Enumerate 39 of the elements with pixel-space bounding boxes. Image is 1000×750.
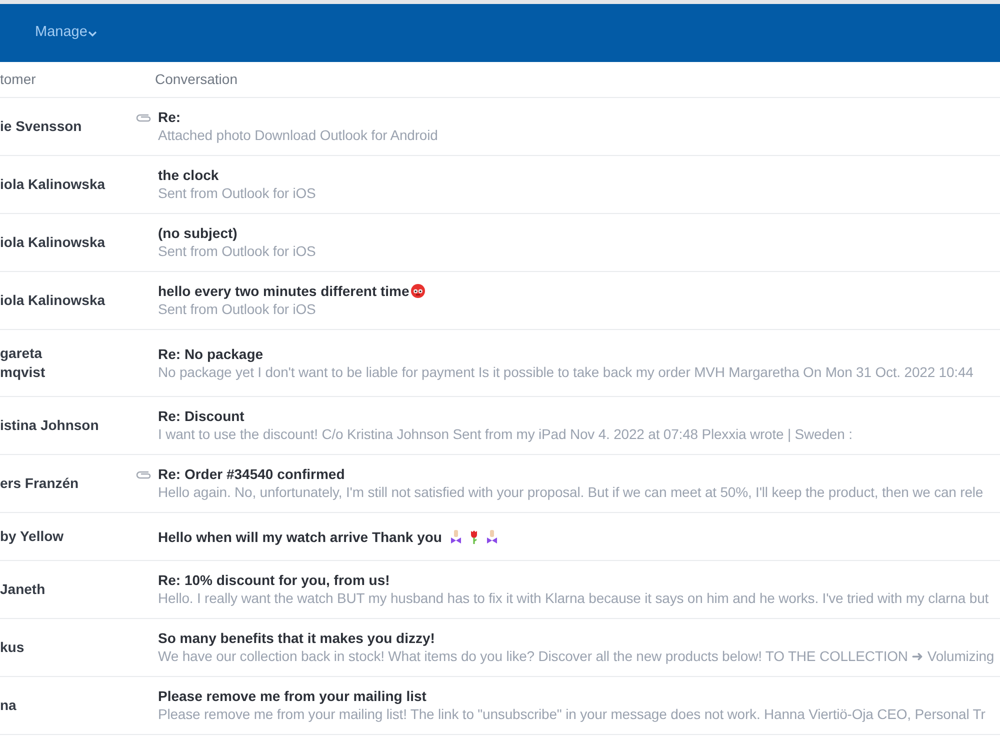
- subject-text: Re: No package: [158, 344, 264, 362]
- subject-text: Re: Order #34540 confirmed: [158, 465, 345, 483]
- column-header: tomer: [0, 70, 37, 89]
- subject-text: So many benefits that it makes you dizzy!: [158, 629, 435, 647]
- customer-name: na: [0, 696, 18, 715]
- subject-text: Re:: [158, 108, 181, 126]
- subject-text: (no subject): [158, 224, 238, 242]
- customer-name: ers Franzén: [0, 474, 80, 493]
- subject-text: Re: 10% discount for you, from us!: [158, 571, 390, 589]
- message-preview: Sent from Outlook for iOS: [158, 242, 316, 261]
- subject-text: hello every two minutes different time: [158, 282, 410, 300]
- message-preview: Attached photo Download Outlook for Android: [158, 126, 438, 145]
- message-preview: We have our collection back in stock! What items do you like? Discover all the new products below! TO THE COLLECTION ➜ Volumizing: [158, 647, 994, 666]
- rose-emoji-icon: [470, 530, 478, 544]
- subject-text: Hello when will my watch arrive Thank you: [158, 528, 442, 546]
- customer-name: gareta mqvist: [0, 344, 46, 382]
- message-preview: No package yet I don't want to be liable for payment Is it possible to take back my order MVH Margaretha On Mon 31 Oct. 2022 10:44: [158, 362, 974, 382]
- figure-emoji-icon: [486, 530, 497, 544]
- customer-name: Janeth: [0, 580, 46, 599]
- message-preview: Sent from Outlook for iOS: [158, 300, 317, 319]
- message-preview: Sent from Outlook for iOS: [158, 184, 316, 203]
- customer-name: ie Svensson: [0, 117, 83, 136]
- message-preview: Please remove me from your mailing list! The link to "unsubscribe" in your message does not work. Hanna Viertiö-Oja CEO, Personal Tr: [158, 705, 986, 724]
- column-header: Conversation: [154, 70, 238, 89]
- message-preview: I want to use the discount! C/o Kristina Johnson Sent from my iPad Nov 4. 2022 at 07:48 Plexxia wrote | Sweden :: [158, 425, 852, 444]
- message-preview: Hello. I really want the watch BUT my husband has to fix it with Klarna because it says on him and he works. I've tried with my clarna but: [158, 589, 989, 608]
- customer-name: by Yellow: [0, 527, 65, 546]
- customer-name: iola Kalinowska: [0, 233, 106, 252]
- subject-text: Re: Discount: [158, 407, 244, 425]
- customer-name: iola Kalinowska: [0, 291, 106, 310]
- figure-emoji-icon: [450, 530, 461, 544]
- customer-name: iola Kalinowska: [0, 175, 106, 194]
- customer-name: kus: [0, 638, 26, 657]
- nav-menu-button[interactable]: Manage: [35, 22, 98, 44]
- subject-text: the clock: [158, 166, 219, 184]
- message-preview: Hello again. No, unfortunately, I'm still not satisfied with your proposal. But if we can meet at 50%, I'll keep the product, then we can rele: [158, 483, 984, 502]
- subject-text: Please remove me from your mailing list: [158, 687, 426, 705]
- customer-name: istina Johnson: [0, 416, 100, 435]
- face-emoji-icon: [411, 284, 426, 298]
